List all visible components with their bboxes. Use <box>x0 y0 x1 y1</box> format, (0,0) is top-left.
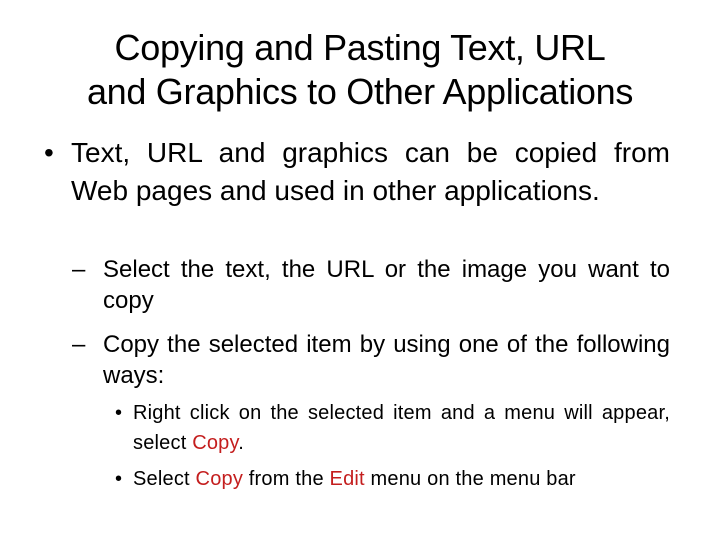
bullet-icon: • <box>115 402 123 424</box>
sub-sub-bullet-edit-menu: • Select Copy from the Edit menu on the … <box>115 464 670 494</box>
bullet-icon: • <box>44 137 54 168</box>
bullet-text: Text, URL and graphics can be copied fro… <box>71 137 670 206</box>
sub-sub-bullet-right-click: • Right click on the selected item and a… <box>115 398 670 458</box>
sub-bullet-select: – Select the text, the URL or the image … <box>72 254 670 316</box>
dash-icon: – <box>72 331 86 358</box>
text-part: menu on the menu bar <box>364 468 576 490</box>
dash-icon: – <box>72 256 86 283</box>
highlight-copy: Copy <box>192 432 239 454</box>
sub-bullet-text: Copy the selected item by using one of t… <box>103 331 670 389</box>
bullet-icon: • <box>115 468 123 490</box>
sub-bullet-text: Select the text, the URL or the image yo… <box>103 256 670 314</box>
title-line-1: Copying and Pasting Text, URL <box>114 27 606 68</box>
slide-title: Copying and Pasting Text, URL and Graphi… <box>0 26 720 114</box>
text-part: . <box>238 432 244 454</box>
sub-sub-bullet-text: Select Copy from the Edit menu on the me… <box>133 464 670 494</box>
highlight-copy: Copy <box>195 468 244 490</box>
sub-bullet-copy: – Copy the selected item by using one of… <box>72 329 670 391</box>
sub-sub-bullet-text: Right click on the selected item and a m… <box>133 398 670 458</box>
title-line-2: and Graphics to Other Applications <box>86 71 634 112</box>
highlight-edit: Edit <box>329 468 365 490</box>
text-part: Select <box>133 468 196 490</box>
text-part: from the <box>243 468 330 490</box>
bullet-level1: • Text, URL and graphics can be copied f… <box>44 134 670 210</box>
